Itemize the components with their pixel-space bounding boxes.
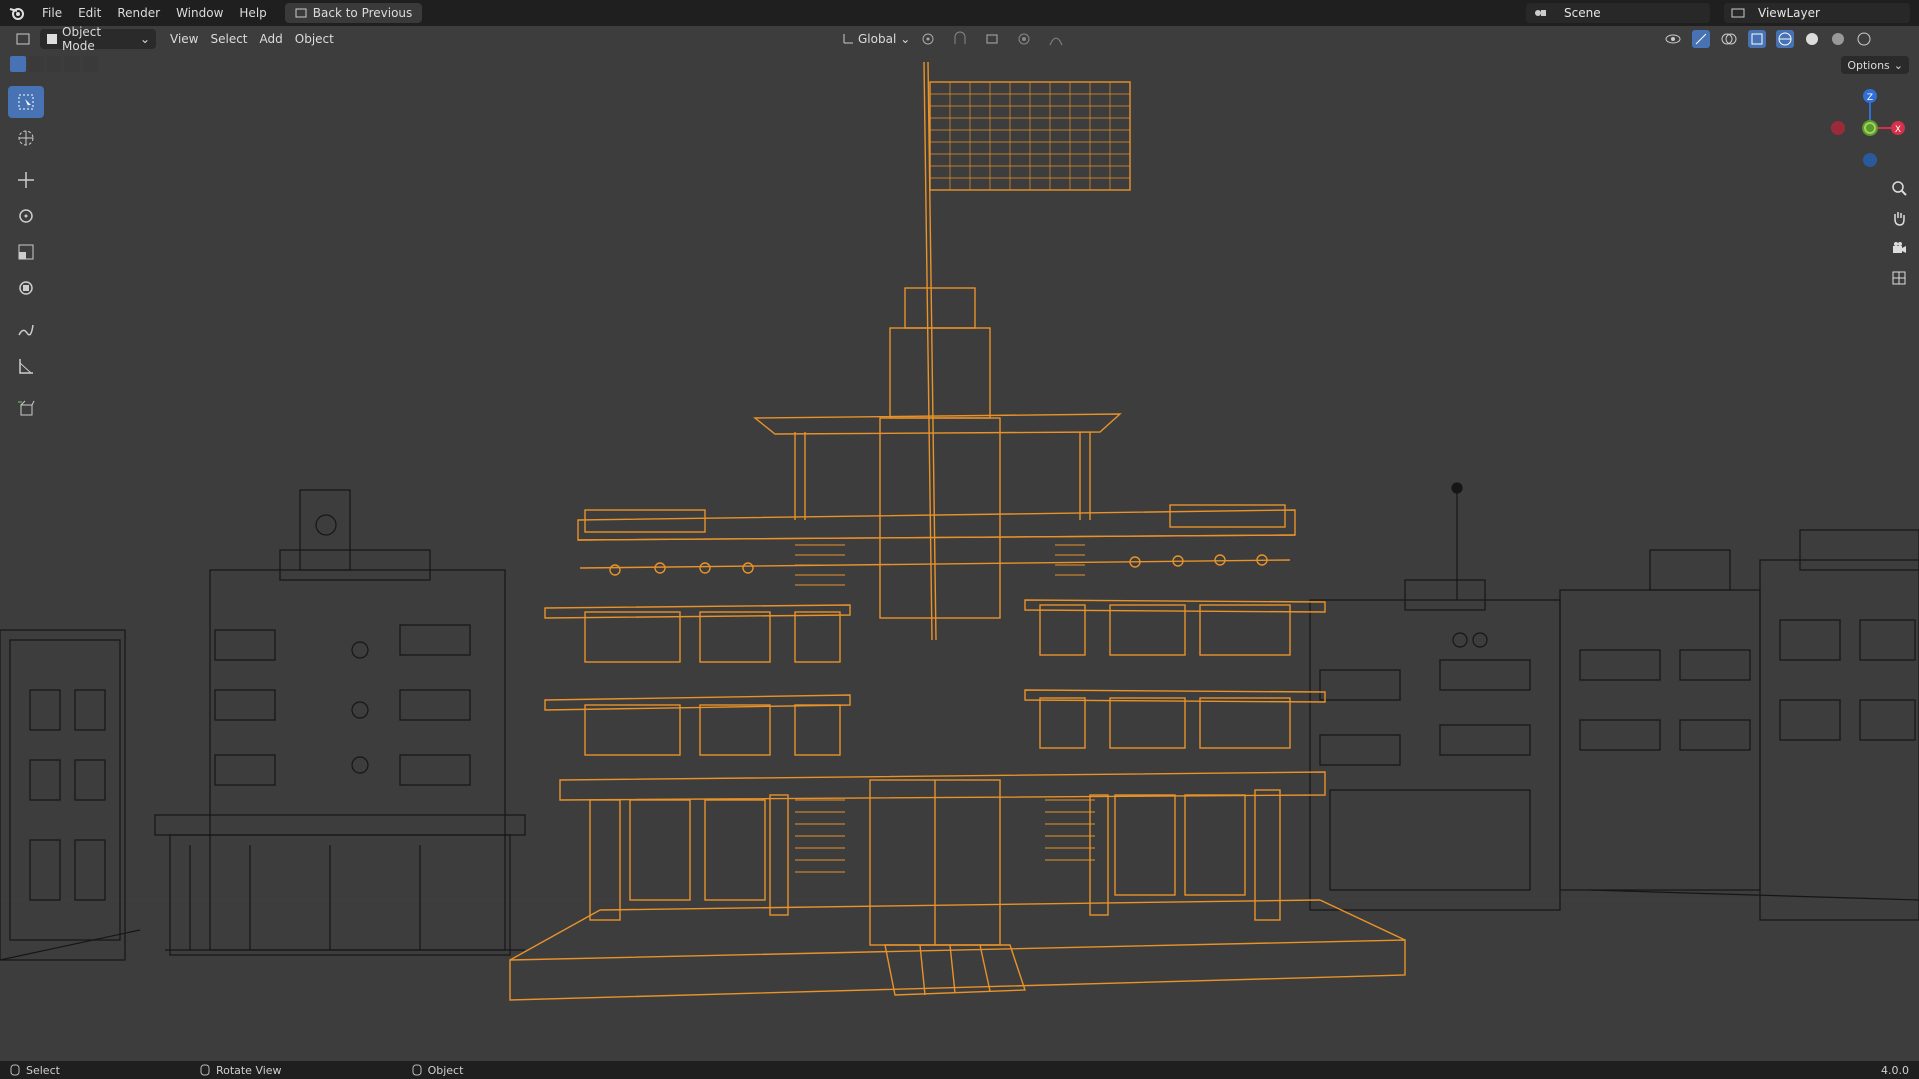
object-mode-icon [46,33,58,45]
options-label: Options [1847,58,1890,72]
pivot-point-icon[interactable] [920,31,938,47]
select-box-tool[interactable] [8,86,44,118]
pan-hand-icon[interactable] [1885,204,1913,232]
view-layer-icon [1724,7,1752,19]
menu-add[interactable]: Add [254,29,289,49]
tool-shelf [8,86,48,428]
gizmo-z-label: Z [1867,93,1873,103]
zoom-icon[interactable] [1885,174,1913,202]
transform-tool[interactable] [8,272,44,304]
grid-ortho-icon[interactable] [1885,264,1913,292]
select-intersect-icon[interactable] [82,56,98,72]
chevron-down-icon: ⌄ [900,32,911,46]
mouse-middle-icon [200,1064,210,1076]
status-object: Object [412,1063,464,1077]
view-layer-name: ViewLayer [1758,6,1820,20]
solid-shading-icon[interactable] [1804,31,1820,47]
orientation-label: Global [858,32,897,46]
status-object-label: Object [427,1063,464,1077]
scene-icon [1526,7,1554,19]
chevron-down-icon: ⌄ [139,32,150,46]
editor-type-icon[interactable] [10,29,40,49]
selection-mode-buttons [10,56,98,72]
measure-tool[interactable] [8,350,44,382]
mode-selector[interactable]: Object Mode ⌄ [40,25,156,53]
scene-name: Scene [1564,6,1601,20]
wireframe-shading-icon[interactable] [1776,30,1794,48]
rotate-tool[interactable] [8,200,44,232]
status-bar: Select Rotate View Object 4.0.0 [0,1061,1919,1079]
select-new-icon[interactable] [10,56,26,72]
viewport-nav-buttons [1885,174,1913,294]
background-building-left [0,629,141,961]
menu-select[interactable]: Select [204,29,253,49]
falloff-icon[interactable] [1048,31,1066,47]
background-building-right [1309,482,1919,921]
menu-file[interactable]: File [34,0,70,26]
rendered-shading-icon[interactable] [1856,31,1872,47]
transform-orientation-selector[interactable]: Global ⌄ [836,29,916,49]
menu-view[interactable]: View [164,29,204,49]
scale-tool[interactable] [8,236,44,268]
material-shading-icon[interactable] [1830,31,1846,47]
screen-back-icon [295,7,307,19]
3d-viewport[interactable] [0,26,1919,1061]
scene-selector[interactable]: Scene [1526,3,1710,23]
overlay-icon[interactable] [1720,31,1738,47]
gizmo-x-label: X [1895,125,1901,135]
select-subtract-icon[interactable] [46,56,62,72]
wireframe-scene [0,61,1919,1001]
status-rotate: Rotate View [200,1064,282,1077]
menu-help[interactable]: Help [231,0,274,26]
options-dropdown[interactable]: Options ⌄ [1841,56,1909,74]
blender-logo-icon[interactable] [0,0,34,26]
status-select: Select [10,1064,60,1077]
annotate-tool[interactable] [8,314,44,346]
view-layer-selector[interactable]: ViewLayer [1724,3,1910,23]
menu-edit[interactable]: Edit [70,0,109,26]
selected-building-wireframe [509,61,1406,1001]
snap-icon[interactable] [952,31,970,47]
xray-icon[interactable] [1748,30,1766,48]
mouse-left-icon [10,1064,20,1076]
navigation-gizmo[interactable]: Z X [1826,86,1908,176]
axis-icon [842,33,854,45]
menu-object[interactable]: Object [289,29,340,49]
chevron-down-icon: ⌄ [1893,58,1903,72]
back-to-previous-label: Back to Previous [312,6,413,20]
back-to-previous-button[interactable]: Back to Previous [284,3,423,23]
menu-render[interactable]: Render [109,0,168,26]
status-rotate-label: Rotate View [215,1063,282,1077]
snap-target-icon[interactable] [984,31,1002,47]
menu-window[interactable]: Window [168,0,231,26]
mode-label: Object Mode [62,25,102,53]
add-cube-tool[interactable] [8,392,44,424]
move-tool[interactable] [8,164,44,196]
camera-view-icon[interactable] [1885,234,1913,262]
version-label: 4.0.0 [1881,1063,1909,1077]
proportional-edit-icon[interactable] [1016,31,1034,47]
cursor-tool[interactable] [8,122,44,154]
select-extend-icon[interactable] [28,56,44,72]
mouse-right-icon [412,1064,422,1076]
visibility-icon[interactable] [1664,31,1682,47]
gizmo-toggle-icon[interactable] [1692,30,1710,48]
background-building-left-2 [154,489,526,956]
status-select-label: Select [26,1063,60,1077]
select-invert-icon[interactable] [64,56,80,72]
